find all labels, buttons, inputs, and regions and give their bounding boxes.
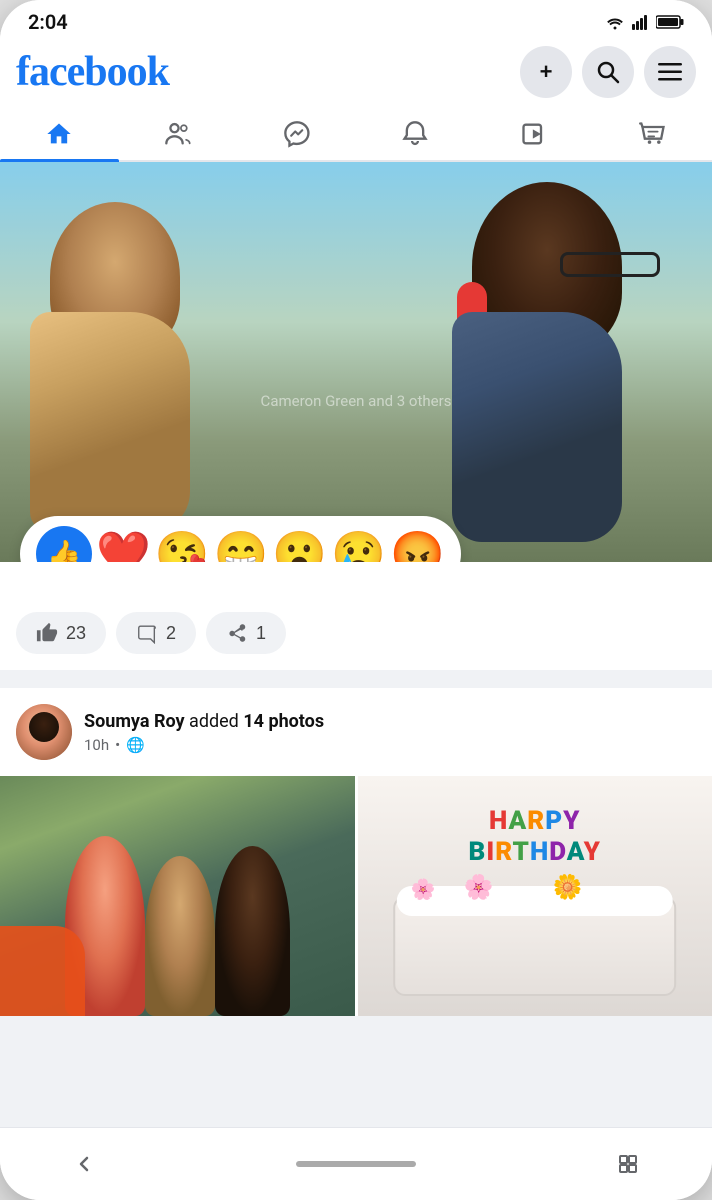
store-icon [639,120,667,148]
nav-tabs [0,108,712,162]
angry-reaction[interactable]: 😡 [390,532,445,562]
thumbs-up-emoji: 👍 [47,538,82,563]
recent-apps-icon [616,1152,640,1176]
post-time-row: 10h • 🌐 [84,736,696,754]
tab-home[interactable] [0,108,119,160]
post-card-2: Soumya Roy added 14 photos 10h • 🌐 [0,688,712,1016]
post-header-2: Soumya Roy added 14 photos 10h • 🌐 [0,688,712,776]
search-icon [596,60,620,84]
post-time: 10h [84,736,109,754]
feed: Cameron Green and 3 others 👍 ❤️ 😘 😁 😮 😢 … [0,162,712,1127]
separator-dot: • [115,736,120,754]
post-card-1: Cameron Green and 3 others 👍 ❤️ 😘 😁 😮 😢 … [0,162,712,670]
post-author: Soumya Roy added 14 photos [84,711,696,732]
tab-marketplace[interactable] [593,108,712,160]
share-icon [226,622,248,644]
hbd-text: HARPY BIRTHDAY [375,806,694,867]
friends-icon [164,120,192,148]
grid-photo-right[interactable]: HARPY BIRTHDAY 🌸 🌼 🌸 [358,776,712,1016]
back-icon [72,1152,96,1176]
love-reaction[interactable]: ❤️ [96,532,151,562]
tab-friends[interactable] [119,108,238,160]
avatar-soumya [16,704,72,760]
like-count: 23 [66,623,86,644]
app-header: facebook + [0,40,712,108]
status-time: 2:04 [28,10,68,34]
status-bar: 2:04 [0,0,712,40]
orange-outfit [0,926,85,1016]
like-icon [36,622,58,644]
messenger-icon [283,120,311,148]
photo-grid: HARPY BIRTHDAY 🌸 🌼 🌸 [0,776,712,1016]
body-left [30,312,190,532]
photo-bg [0,162,712,562]
search-button[interactable] [582,46,634,98]
notifications-icon [401,120,429,148]
person-group-2 [145,856,215,1016]
share-count: 1 [256,623,266,644]
home-icon [45,120,73,148]
flower-2: 🌼 [552,873,582,901]
battery-icon [656,14,684,30]
wow-reaction[interactable]: 😁 [214,532,269,562]
feed-separator [0,680,712,688]
share-button[interactable]: 1 [206,612,286,654]
body-right [452,312,622,542]
avatar-hair [29,712,59,742]
post-photo-1: Cameron Green and 3 others 👍 ❤️ 😘 😁 😮 😢 … [0,162,712,562]
reaction-bar: 👍 ❤️ 😘 😁 😮 😢 😡 [20,516,461,562]
hamburger-icon [658,63,682,81]
post-actions-1: 23 2 1 [0,562,712,670]
facebook-logo: facebook [16,48,169,96]
author-name: Soumya Roy [84,711,185,732]
add-button[interactable]: + [520,46,572,98]
comment-icon [136,622,158,644]
comment-count: 2 [166,623,176,644]
privacy-icon: 🌐 [126,736,145,754]
sad-reaction[interactable]: 😮 [272,532,327,562]
grid-photo-left[interactable] [0,776,355,1016]
menu-button[interactable] [644,46,696,98]
tab-messenger[interactable] [237,108,356,160]
person-group-3 [215,846,290,1016]
wifi-icon [604,14,626,30]
flower-1: 🌸 [464,873,494,901]
recent-apps-button[interactable] [604,1140,652,1188]
header-actions: + [520,46,696,98]
person-right [452,182,692,562]
flower-3: 🌸 [411,877,436,901]
back-button[interactable] [60,1140,108,1188]
post-action-text: added [189,711,243,732]
post-meta-2: Soumya Roy added 14 photos 10h • 🌐 [84,711,696,754]
watch-icon [520,120,548,148]
tab-notifications[interactable] [356,108,475,160]
signal-icon [632,14,650,30]
cry-reaction[interactable]: 😢 [331,532,386,562]
glasses [560,252,660,277]
bottom-nav [0,1127,712,1200]
like-reaction-btn[interactable]: 👍 [36,526,92,562]
phone-frame: 2:04 facebook [0,0,712,1200]
comment-button[interactable]: 2 [116,612,196,654]
person-left [30,202,230,562]
photo-count: 14 photos [243,711,324,732]
status-icons [604,14,684,30]
haha-reaction[interactable]: 😘 [155,532,210,562]
cake-frosting [397,886,674,916]
tab-watch[interactable] [475,108,594,160]
home-indicator[interactable] [296,1161,416,1167]
like-button[interactable]: 23 [16,612,106,654]
